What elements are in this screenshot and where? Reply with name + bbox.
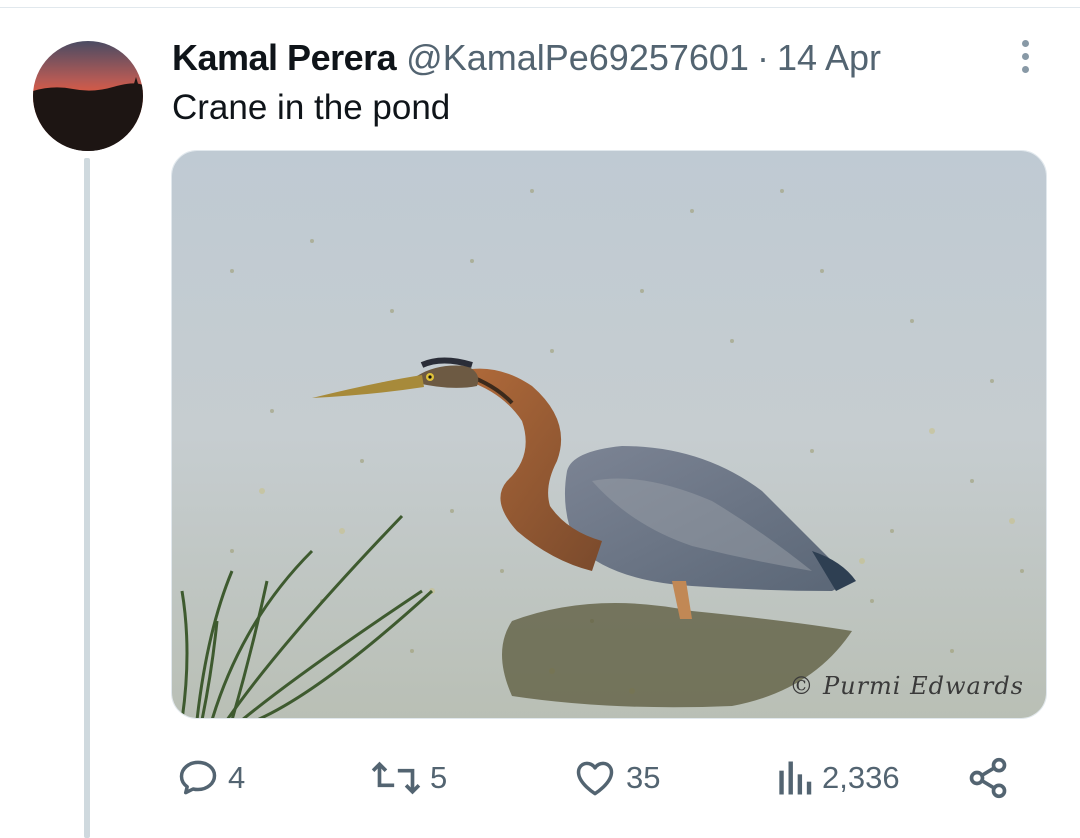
top-divider [0,7,1080,8]
reply-icon [176,756,220,800]
reply-button[interactable]: 4 [176,750,245,806]
header-separator: · [756,37,769,78]
thread-line [84,158,90,838]
repost-button[interactable]: 5 [370,750,447,806]
tweet-header: Kamal Perera @KamalPe69257601 · 14 Apr [172,36,881,80]
views-button[interactable]: 2,336 [774,750,900,806]
reply-count: 4 [228,760,246,795]
heart-icon [572,756,618,800]
share-button[interactable] [966,750,1010,806]
tweet-photo[interactable]: © Purmi Edwards [171,150,1047,719]
like-button[interactable]: 35 [572,750,660,806]
tweet-actions: 4 5 35 2,336 [0,750,1080,806]
heron-photo-icon [172,151,1046,718]
author-handle[interactable]: @KamalPe69257601 [406,37,749,79]
share-icon [966,756,1010,800]
more-options-icon[interactable] [1010,36,1040,76]
views-count: 2,336 [822,760,900,795]
repost-count: 5 [430,760,448,795]
bar-chart-icon [774,756,814,800]
author-name[interactable]: Kamal Perera [172,37,397,79]
avatar[interactable] [33,41,143,151]
repost-icon [370,756,422,800]
tweet-text: Crane in the pond [172,88,451,127]
like-count: 35 [626,760,661,795]
tweet-date[interactable]: 14 Apr [777,37,881,79]
photo-watermark: © Purmi Edwards [789,672,1024,700]
